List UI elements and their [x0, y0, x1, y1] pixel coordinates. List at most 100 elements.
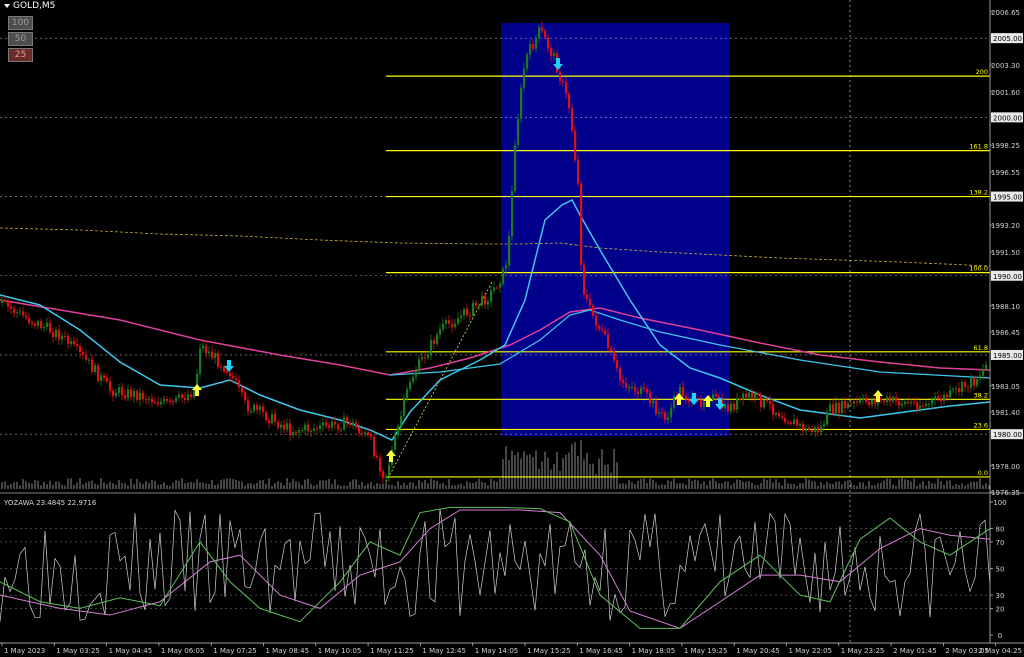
candle-bull	[115, 392, 118, 396]
candle-bear	[685, 396, 688, 400]
candle-bull	[127, 389, 130, 399]
candle-bear	[532, 44, 535, 49]
price-mark-label: 1990.00	[993, 273, 1022, 281]
candle-bull	[118, 387, 121, 393]
candle-bear	[235, 378, 238, 381]
candle-bear	[874, 399, 877, 404]
candle-bear	[757, 393, 760, 395]
osc-tick-label: 80	[996, 526, 1005, 534]
candle-bull	[502, 268, 505, 284]
candle-bear	[634, 386, 637, 392]
candle-bear	[808, 427, 811, 430]
trading-chart[interactable]: 200161.8138.2100.061.838.223.60.0 2006.6…	[0, 0, 1024, 657]
candle-bear	[577, 160, 580, 184]
candle-bull	[46, 322, 49, 327]
candle-bull	[505, 265, 508, 269]
price-tick-label: 1986.45	[991, 329, 1020, 337]
candle-bear	[22, 311, 25, 316]
candle-bear	[13, 308, 16, 313]
dropdown-triangle-icon[interactable]	[4, 3, 10, 8]
candle-bear	[550, 48, 553, 56]
zoom-100-button[interactable]: 100	[8, 16, 33, 30]
candle-bull	[343, 417, 346, 430]
highlight-box	[501, 23, 730, 436]
candle-bull	[841, 401, 844, 413]
time-tick-label: 1 May 12:45	[422, 647, 466, 655]
candle-bull	[352, 422, 355, 426]
candle-bull	[730, 403, 733, 412]
zoom-25-button[interactable]: 25	[8, 48, 33, 62]
candle-bull	[418, 359, 421, 372]
candle-bear	[856, 401, 859, 403]
price-tick-label: 1976.35	[991, 489, 1020, 497]
candle-bull	[886, 396, 889, 403]
price-tick-label: 1978.00	[991, 463, 1020, 471]
candle-bear	[751, 392, 754, 398]
zoom-50-button[interactable]: 50	[8, 32, 33, 46]
osc-tick-label: 100	[993, 499, 1006, 507]
candle-bear	[328, 425, 331, 428]
candle-bear	[937, 396, 940, 400]
candle-bear	[610, 348, 613, 352]
candle-bear	[964, 382, 967, 388]
symbol-label: GOLD,M5	[13, 1, 56, 11]
candle-bear	[220, 366, 223, 368]
candle-bear	[358, 427, 361, 434]
candle-bull	[442, 323, 445, 330]
candle-bull	[364, 432, 367, 434]
candle-bull	[538, 27, 541, 38]
fib-level-label: 23.6	[974, 421, 988, 429]
candle-bear	[784, 417, 787, 423]
candle-bear	[946, 394, 949, 398]
candle-bull	[712, 394, 715, 401]
candle-bull	[508, 236, 511, 266]
candle-bull	[970, 377, 973, 388]
candle-bull	[931, 399, 934, 404]
candle-bear	[247, 400, 250, 412]
candle-bull	[952, 389, 955, 391]
candle-bull	[313, 428, 316, 431]
candle-bear	[205, 345, 208, 354]
candle-bear	[265, 412, 268, 421]
time-tick-label: 1 May 19:25	[684, 647, 728, 655]
candle-bear	[661, 412, 664, 414]
candle-bear	[922, 405, 925, 407]
candle-bull	[826, 411, 829, 425]
candle-bull	[178, 394, 181, 398]
candle-bear	[64, 335, 67, 337]
candle-bull	[472, 302, 475, 316]
candle-bull	[736, 398, 739, 410]
candle-bear	[880, 398, 883, 401]
candle-bull	[301, 430, 304, 432]
candle-bull	[511, 191, 514, 237]
candle-bear	[643, 387, 646, 390]
candle-bull	[400, 416, 403, 427]
candle-bear	[382, 471, 385, 478]
candle-bear	[325, 422, 328, 426]
candle-bear	[739, 398, 742, 400]
candle-bull	[148, 398, 151, 400]
candle-bear	[121, 387, 124, 396]
candle-bull	[949, 390, 952, 398]
candle-bear	[34, 323, 37, 326]
candle-bull	[535, 37, 538, 49]
candle-bear	[109, 381, 112, 391]
candle-bear	[58, 329, 61, 340]
candle-bull	[415, 371, 418, 377]
candle-bear	[940, 399, 943, 401]
time-tick-label: 1 May 18:05	[632, 647, 676, 655]
candle-bear	[607, 334, 610, 349]
candle-bear	[130, 389, 133, 398]
candle-bull	[163, 398, 166, 402]
candle-bull	[859, 399, 862, 403]
candle-bear	[40, 321, 43, 329]
candle-bear	[655, 400, 658, 414]
time-tick-label: 1 May 14:05	[475, 647, 519, 655]
candle-bull	[553, 53, 556, 56]
candle-bull	[55, 329, 58, 338]
candle-bear	[484, 295, 487, 305]
candle-bear	[49, 322, 52, 333]
candle-bull	[199, 348, 202, 374]
candle-bear	[307, 424, 310, 432]
time-tick-label: 1 May 16:45	[579, 647, 623, 655]
